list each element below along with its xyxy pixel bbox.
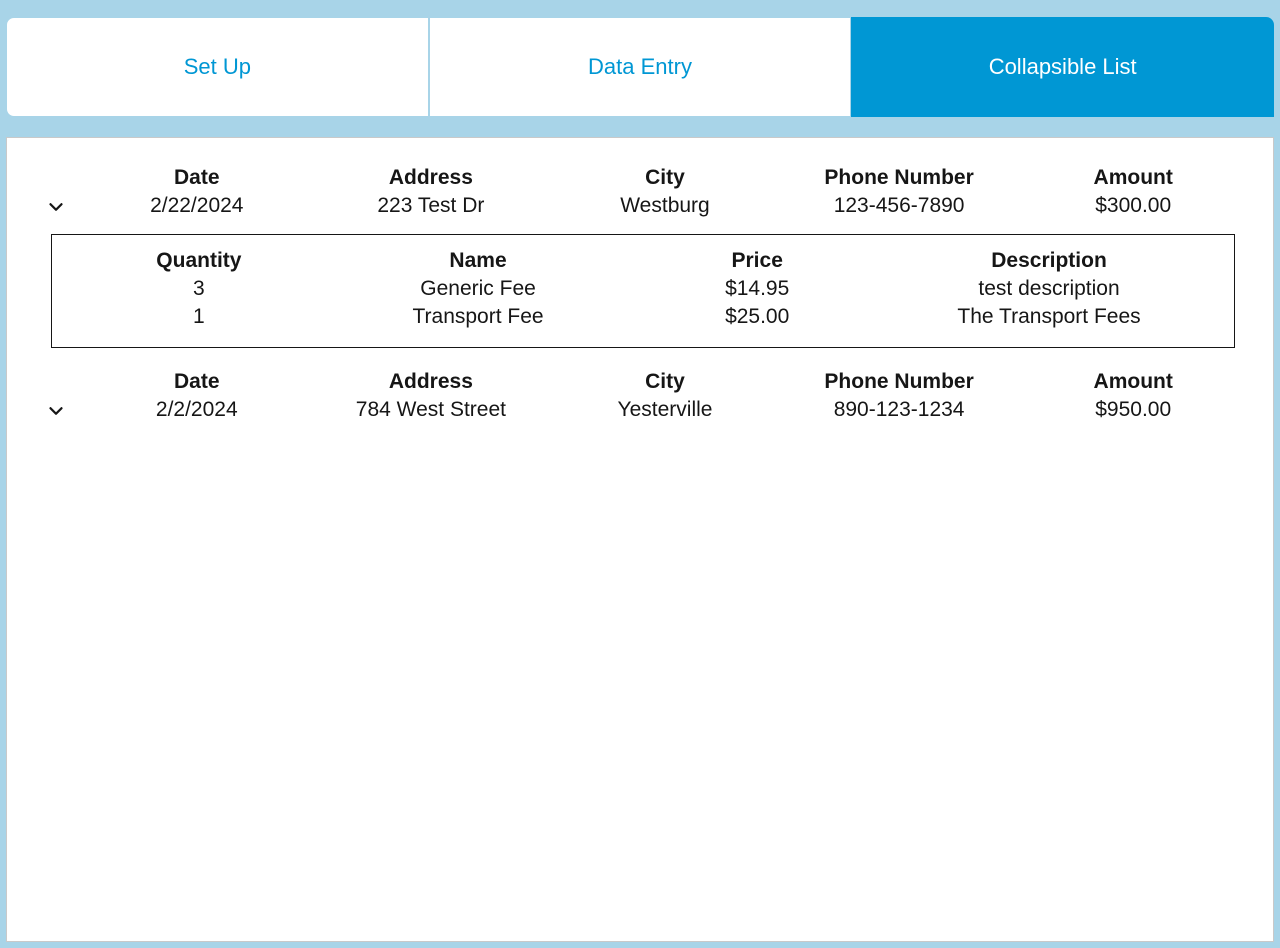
amount-header: Amount	[1031, 166, 1235, 190]
row-grid: DateAddressCityPhone NumberAmount 2/22/20…	[95, 166, 1235, 218]
phone-header: Phone Number	[767, 370, 1032, 394]
amount-header: Amount	[1031, 370, 1235, 394]
amount-value: $950.00	[1031, 398, 1235, 422]
expand-toggle[interactable]	[45, 166, 95, 224]
phone-header: Phone Number	[767, 166, 1032, 190]
tab-setup[interactable]: Set Up	[6, 17, 429, 117]
expand-toggle[interactable]	[45, 370, 95, 428]
quantity-header: Quantity	[72, 249, 326, 273]
address-value: 784 West Street	[299, 398, 564, 422]
address-header: Address	[299, 370, 564, 394]
date-value: 2/22/2024	[95, 194, 299, 218]
city-value: Westburg	[563, 194, 767, 218]
name-value: Transport Fee	[326, 305, 631, 329]
date-value: 2/2/2024	[95, 398, 299, 422]
list-row: DateAddressCityPhone NumberAmount 2/22/20…	[45, 166, 1235, 224]
description-value: test description	[884, 277, 1214, 301]
chevron-down-icon	[45, 196, 67, 224]
description-header: Description	[884, 249, 1214, 273]
date-header: Date	[95, 370, 299, 394]
city-value: Yesterville	[563, 398, 767, 422]
address-value: 223 Test Dr	[299, 194, 564, 218]
tab-data-entry[interactable]: Data Entry	[429, 17, 852, 117]
phone-value: 123-456-7890	[767, 194, 1032, 218]
amount-value: $300.00	[1031, 194, 1235, 218]
price-header: Price	[630, 249, 884, 273]
list-row: DateAddressCityPhone NumberAmount 2/2/202…	[45, 370, 1235, 428]
collapsible-list-panel: DateAddressCityPhone NumberAmount2/22/20…	[6, 137, 1274, 942]
tab-bar: Set Up Data Entry Collapsible List	[0, 17, 1280, 117]
detail-grid: QuantityNamePriceDescription 3Generic Fee…	[72, 249, 1214, 329]
price-value: $14.95	[630, 277, 884, 301]
row-grid: DateAddressCityPhone NumberAmount 2/2/202…	[95, 370, 1235, 422]
city-header: City	[563, 370, 767, 394]
description-value: The Transport Fees	[884, 305, 1214, 329]
tab-collapsible-list[interactable]: Collapsible List	[851, 17, 1274, 117]
detail-box: QuantityNamePriceDescription 3Generic Fee…	[51, 234, 1235, 348]
quantity-value: 1	[72, 305, 326, 329]
quantity-value: 3	[72, 277, 326, 301]
name-header: Name	[326, 249, 631, 273]
date-header: Date	[95, 166, 299, 190]
city-header: City	[563, 166, 767, 190]
chevron-down-icon	[45, 400, 67, 428]
name-value: Generic Fee	[326, 277, 631, 301]
phone-value: 890-123-1234	[767, 398, 1032, 422]
price-value: $25.00	[630, 305, 884, 329]
address-header: Address	[299, 166, 564, 190]
